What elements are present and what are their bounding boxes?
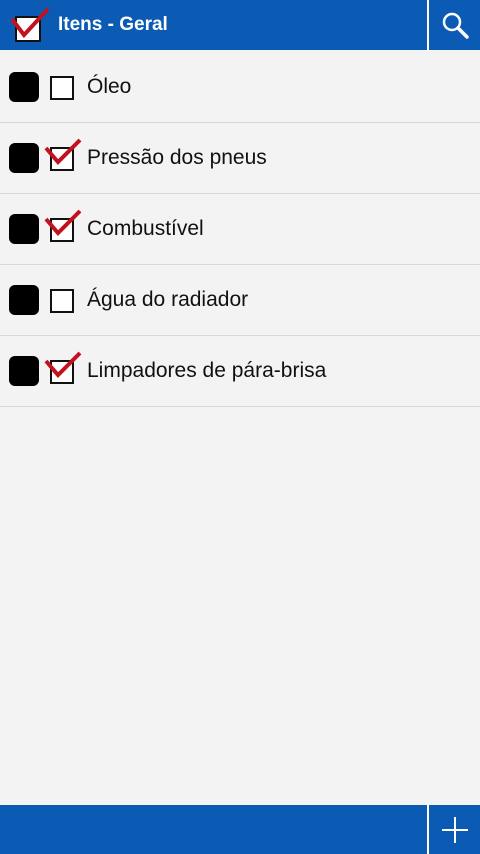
item-label: Pressão dos pneus [87, 146, 267, 169]
item-label: Água do radiador [87, 288, 249, 311]
item-checkbox[interactable] [44, 351, 82, 384]
list-item[interactable]: Limpadores de pára-brisa [0, 336, 480, 407]
drag-handle[interactable] [9, 356, 39, 386]
item-checkbox[interactable] [50, 76, 74, 100]
title-bar: Itens - Geral [0, 0, 480, 50]
search-icon [442, 12, 469, 39]
checkmark-icon [44, 138, 82, 165]
list-item[interactable]: Óleo [0, 52, 480, 123]
list-item[interactable]: Pressão dos pneus [0, 123, 480, 194]
search-button[interactable] [429, 0, 480, 50]
checkmark-icon [44, 209, 82, 236]
items-list: Óleo Pressão dos pneus Combustível Água … [0, 52, 480, 407]
drag-handle[interactable] [9, 143, 39, 173]
list-item[interactable]: Água do radiador [0, 265, 480, 336]
page-title: Itens - Geral [58, 14, 168, 35]
drag-handle[interactable] [9, 285, 39, 315]
checklist-logo-icon [10, 5, 52, 43]
checkbox-box [50, 76, 74, 100]
item-label: Óleo [87, 75, 132, 98]
item-label: Limpadores de pára-brisa [87, 359, 327, 382]
drag-handle[interactable] [9, 214, 39, 244]
bottom-bar [0, 805, 480, 854]
drag-handle[interactable] [9, 72, 39, 102]
item-checkbox[interactable] [44, 138, 82, 171]
add-item-button[interactable] [429, 805, 480, 854]
checkmark-icon [44, 351, 82, 378]
plus-icon [442, 817, 468, 843]
item-label: Combustível [87, 217, 204, 240]
app-screen: Itens - Geral Óleo Pressão dos pneus Com… [0, 0, 480, 854]
list-item[interactable]: Combustível [0, 194, 480, 265]
item-checkbox[interactable] [44, 209, 82, 242]
item-checkbox[interactable] [50, 289, 74, 313]
checkbox-box [50, 289, 74, 313]
